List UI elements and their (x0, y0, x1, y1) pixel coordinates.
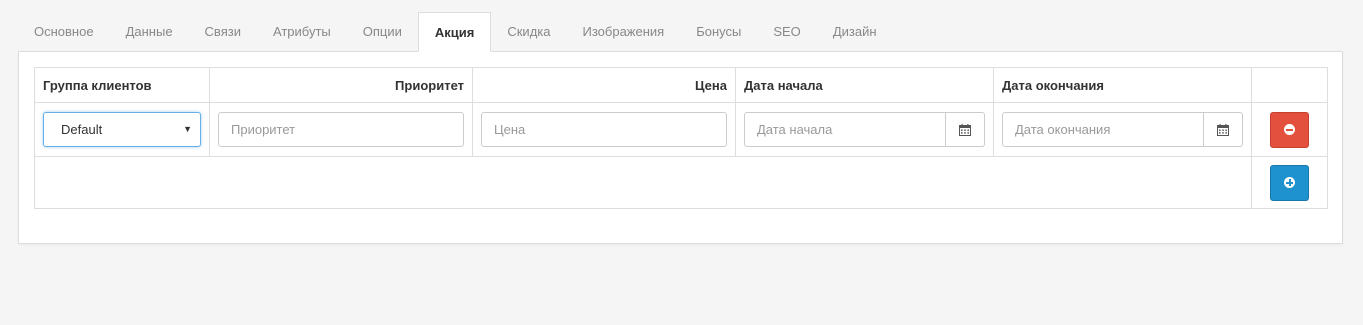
date-start-input[interactable] (744, 112, 946, 147)
date-end-group (1002, 112, 1243, 147)
cell-remove (1251, 102, 1328, 157)
tab-bar: Основное Данные Связи Атрибуты Опции Акц… (18, 12, 893, 52)
cell-date-end (993, 102, 1252, 157)
caret-down-icon: ▼ (183, 124, 192, 134)
header-price: Цена (472, 67, 736, 103)
cell-add (1251, 156, 1328, 209)
add-row-button[interactable] (1270, 164, 1309, 201)
date-end-calendar-button[interactable] (1204, 112, 1243, 147)
date-start-calendar-button[interactable] (946, 112, 985, 147)
header-priority: Приоритет (209, 67, 473, 103)
plus-circle-icon (1284, 177, 1295, 188)
header-date-start: Дата начала (735, 67, 994, 103)
cell-date-start (735, 102, 994, 157)
tab-attributes[interactable]: Атрибуты (257, 12, 347, 51)
header-actions (1251, 67, 1328, 103)
date-start-group (744, 112, 985, 147)
tab-general[interactable]: Основное (18, 12, 110, 51)
special-price-table: Группа клиентов Приоритет Цена Дата нача… (34, 67, 1328, 209)
cell-priority (209, 102, 473, 157)
minus-circle-icon (1284, 124, 1295, 135)
footer-spacer (34, 156, 1252, 209)
tab-seo[interactable]: SEO (757, 12, 816, 51)
table-row: Default ▼ (34, 102, 1328, 157)
calendar-icon (959, 123, 971, 136)
table-footer-row (34, 156, 1328, 209)
header-customer-group: Группа клиентов (34, 67, 210, 103)
table-header-row: Группа клиентов Приоритет Цена Дата нача… (34, 67, 1328, 103)
calendar-icon (1217, 123, 1229, 136)
customer-group-select[interactable]: Default ▼ (43, 112, 201, 147)
tab-links[interactable]: Связи (189, 12, 257, 51)
tab-rewards[interactable]: Бонусы (680, 12, 757, 51)
header-date-end: Дата окончания (993, 67, 1252, 103)
tab-options[interactable]: Опции (347, 12, 418, 51)
cell-customer-group: Default ▼ (34, 102, 210, 157)
price-input[interactable] (481, 112, 727, 147)
tab-content-panel: Группа клиентов Приоритет Цена Дата нача… (18, 51, 1343, 244)
tab-special[interactable]: Акция (417, 12, 492, 52)
tab-design[interactable]: Дизайн (817, 12, 893, 51)
tab-discount[interactable]: Скидка (491, 12, 566, 51)
customer-group-selected-value: Default (61, 122, 103, 137)
cell-price (472, 102, 736, 157)
date-end-input[interactable] (1002, 112, 1204, 147)
remove-row-button[interactable] (1270, 111, 1309, 148)
priority-input[interactable] (218, 112, 464, 147)
tab-images[interactable]: Изображения (567, 12, 681, 51)
tab-data[interactable]: Данные (110, 12, 189, 51)
